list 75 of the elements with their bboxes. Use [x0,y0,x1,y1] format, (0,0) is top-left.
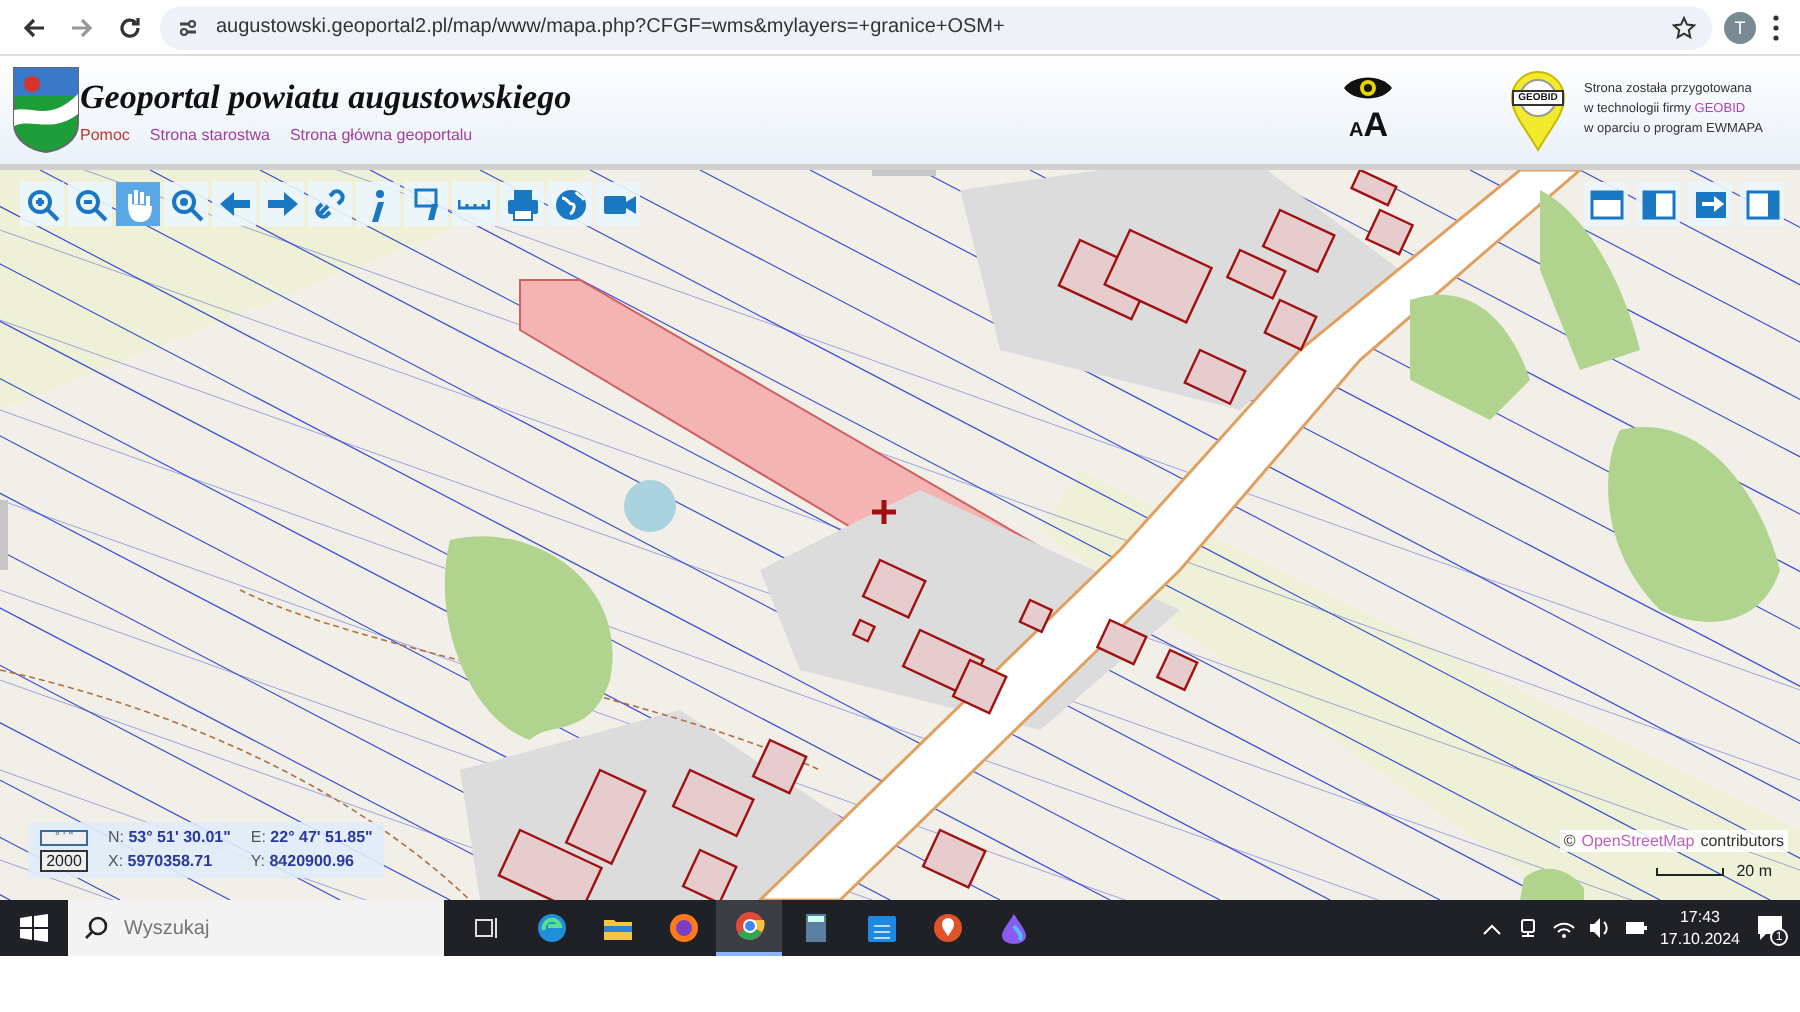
site-settings-icon[interactable] [176,15,200,39]
ruler-button[interactable] [452,182,496,226]
globe-button[interactable] [548,182,592,226]
url-text: augustowski.geoportal2.pl/map/www/mapa.php?CFGF=wms&mylayers=+granice+OSM+ [216,16,1007,38]
info-button[interactable] [356,182,400,226]
speaker-icon[interactable] [1587,916,1612,940]
date-text: 17.10.2024 [1659,930,1740,948]
coordinate-system-button[interactable]: 2000 [40,850,88,872]
header-link[interactable]: Strona główna geoportalu [289,125,473,143]
chrome-browser-icon [733,910,765,942]
taskbar-app[interactable] [716,900,782,956]
fox-browser-icon [667,912,699,944]
attribution-text: contributors [1700,832,1784,850]
panel-layout-button[interactable] [1584,182,1628,226]
right-arrow-button[interactable] [260,182,304,226]
battery-icon[interactable] [1623,916,1648,940]
panel-layout-icon [1587,185,1625,223]
profile-avatar[interactable]: T [1724,11,1756,43]
zoom-in-icon [23,185,61,223]
star-icon[interactable] [1672,15,1696,39]
coat-of-arms-icon [12,66,80,154]
magnifier-icon [167,185,205,223]
building-outline [1018,598,1054,634]
menu-icon[interactable] [1768,11,1784,43]
info-area-icon [413,188,439,220]
ruler-icon [458,198,490,210]
header-link[interactable]: Strona starostwa [149,125,270,143]
scale-bar [1656,867,1725,875]
search-icon [84,916,108,940]
task-view-icon [469,912,501,944]
site-title: Geoportal powiatu augustowskiego [80,77,574,117]
left-arrow-button[interactable] [212,182,256,226]
panel-layout-button[interactable] [1688,182,1732,226]
search-field[interactable]: Wyszukaj [124,904,424,952]
coordinate-value: N: 53° 51' 30.01" [108,828,231,846]
panel-layout-button[interactable] [1636,182,1680,226]
tree-area [1410,294,1530,420]
header-link[interactable]: Pomoc [80,125,130,143]
link-icon [311,185,349,223]
windows-logo-icon [20,914,48,942]
hand-button[interactable] [116,182,160,226]
eye-icon[interactable] [1342,72,1395,104]
info-area-button[interactable] [404,182,448,226]
panel-layout-icon [1743,185,1781,223]
coordinate-value: Y: 8420900.96 [250,852,356,870]
building-outline [1095,618,1148,666]
font-size-button[interactable]: AA [1336,104,1400,148]
zoom-out-icon [71,185,109,223]
attribution-link[interactable]: OpenStreetMap [1581,832,1695,850]
clock[interactable]: 17:43 17.10.2024 [1659,908,1740,948]
taskbar-search-box[interactable]: Wyszukaj [68,900,444,956]
printer-button[interactable] [500,182,544,226]
info-icon [370,187,386,221]
camera-button[interactable] [596,182,640,226]
globe-icon [551,185,589,223]
coordinate-value: E: 22° 47' 51.85" [250,828,373,846]
drop-icon [997,912,1029,944]
panel-layout-icon [1639,185,1677,223]
browser-icon [535,912,567,944]
zoom-out-button[interactable] [68,182,112,226]
link-button[interactable] [308,182,352,226]
zoom-in-button[interactable] [20,182,64,226]
building-outline [1155,648,1199,692]
scale-label: 20 m [1736,862,1772,880]
webcam-icon[interactable] [1515,916,1540,940]
printer-icon [503,185,541,223]
calendar-icon [865,912,897,944]
magnifier-button[interactable] [164,182,208,226]
coordinate-value: X: 5970358.71 [108,852,215,870]
address-bar[interactable]: augustowski.geoportal2.pl/map/www/mapa.php?CFGF=wms&mylayers=+granice+OSM+ [160,5,1712,49]
panel-layout-button[interactable] [1740,182,1784,226]
time-text: 17:43 [1679,908,1720,926]
copyright-symbol: © [1563,832,1576,850]
map-pin-icon [931,912,963,944]
tree-area [1520,868,1584,900]
